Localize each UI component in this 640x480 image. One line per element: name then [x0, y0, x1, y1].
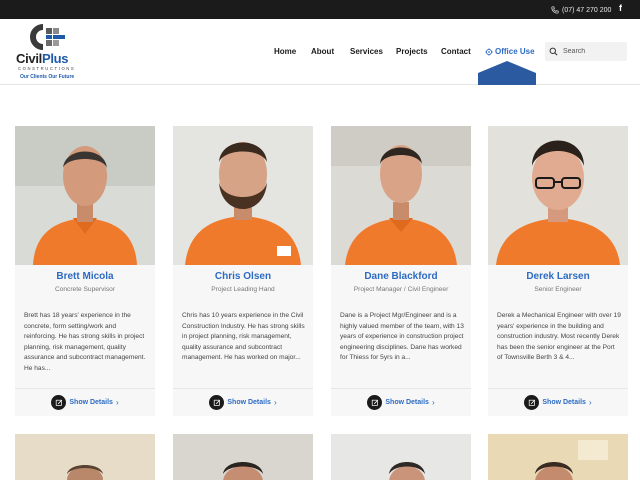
team-name: Derek Larsen: [526, 271, 590, 282]
show-details-label: Show Details: [227, 399, 271, 406]
team-photo: [331, 126, 471, 265]
search-input[interactable]: [563, 48, 621, 55]
nav-about[interactable]: About: [311, 47, 334, 56]
team-bio: Chris has 10 years experience in the Civ…: [182, 312, 305, 362]
phone-link[interactable]: (07) 47 270 200: [551, 4, 611, 16]
logo[interactable]: CivilPlus CONSTRUCTIONS Our Clients Our …: [14, 24, 90, 82]
show-details-button[interactable]: Show Details ›: [488, 394, 628, 411]
team-card-brett: Brett Micola Concrete Supervisor Brett h…: [15, 126, 155, 416]
search-box[interactable]: [545, 42, 627, 61]
team-role: Project Leading Hand: [211, 286, 275, 293]
logo-tagline: Our Clients Our Future: [20, 74, 75, 80]
show-details-label: Show Details: [542, 399, 586, 406]
team-card-dane: Dane Blackford Project Manager / Civil E…: [331, 126, 471, 416]
logo-subtitle: CONSTRUCTIONS: [18, 66, 76, 71]
edit-icon: [51, 395, 67, 410]
portrait-photo: [488, 126, 628, 265]
divider: [173, 388, 313, 389]
team-bio: Brett has 18 years' experience in the co…: [24, 312, 146, 372]
team-name: Dane Blackford: [364, 271, 438, 282]
portrait-photo: [15, 126, 155, 265]
show-details-button[interactable]: Show Details ›: [331, 394, 471, 411]
portrait-photo: [15, 434, 155, 480]
chevron-right-icon: ›: [273, 398, 277, 407]
edit-icon: [209, 395, 225, 410]
phone-number: (07) 47 270 200: [562, 6, 612, 14]
team-name: Brett Micola: [56, 271, 114, 282]
team-bio: Derek a Mechanical Engineer with over 19…: [497, 312, 621, 362]
team-bio: Dane is a Project Mgr/Engineer and is a …: [340, 312, 464, 362]
nav-services[interactable]: Services: [350, 47, 383, 56]
nav-home[interactable]: Home: [274, 47, 296, 56]
logo-mark-icon: [30, 24, 65, 50]
team-card-chris: Chris Olsen Project Leading Hand Chris h…: [173, 126, 313, 416]
logo-wordmark: CivilPlus: [16, 51, 69, 66]
top-bar: (07) 47 270 200 f: [0, 0, 640, 19]
site-header: CivilPlus CONSTRUCTIONS Our Clients Our …: [0, 19, 640, 85]
team-card-derek: Derek Larsen Senior Engineer Derek a Mec…: [488, 126, 628, 416]
search-icon: [549, 47, 558, 56]
team-photo: [488, 126, 628, 265]
team-card-partial: [331, 434, 471, 480]
team-card-partial: [173, 434, 313, 480]
portrait-photo: [173, 126, 313, 265]
divider: [331, 388, 471, 389]
show-details-button[interactable]: Show Details ›: [173, 394, 313, 411]
team-name: Chris Olsen: [214, 271, 272, 282]
chevron-right-icon: ›: [588, 398, 592, 407]
nav-contact[interactable]: Contact: [441, 47, 471, 56]
nav-office-use[interactable]: Office Use: [485, 47, 535, 56]
nav-projects[interactable]: Projects: [396, 47, 428, 56]
portrait-photo: [488, 434, 628, 480]
divider: [15, 388, 155, 389]
chevron-right-icon: ›: [115, 398, 119, 407]
gear-icon: [485, 47, 493, 56]
edit-icon: [524, 395, 540, 410]
team-card-partial: [488, 434, 628, 480]
team-photo: [15, 126, 155, 265]
phone-icon: [551, 6, 559, 14]
office-use-active-indicator: [478, 61, 536, 85]
portrait-photo: [331, 126, 471, 265]
divider: [488, 388, 628, 389]
facebook-icon[interactable]: f: [619, 3, 622, 13]
team-role: Senior Engineer: [534, 286, 582, 293]
show-details-label: Show Details: [69, 399, 113, 406]
chevron-right-icon: ›: [431, 398, 435, 407]
portrait-photo: [173, 434, 313, 480]
edit-icon: [367, 395, 383, 410]
team-photo: [173, 126, 313, 265]
portrait-photo: [331, 434, 471, 480]
show-details-button[interactable]: Show Details ›: [15, 394, 155, 411]
team-role: Project Manager / Civil Engineer: [353, 286, 449, 293]
team-card-partial: [15, 434, 155, 480]
nav-office-use-label: Office Use: [495, 47, 535, 56]
team-role: Concrete Supervisor: [54, 286, 116, 293]
show-details-label: Show Details: [385, 399, 429, 406]
